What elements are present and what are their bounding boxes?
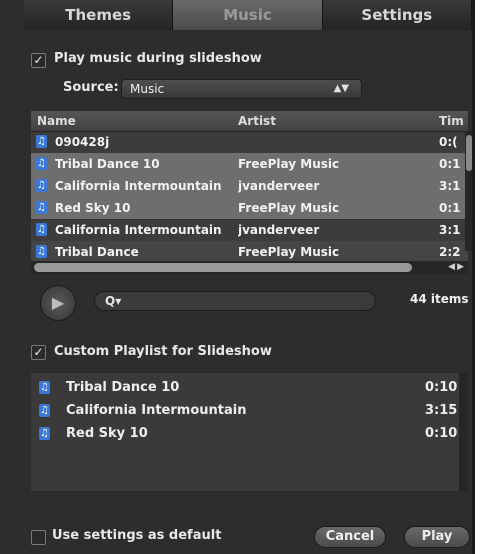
column-name[interactable]: Name xyxy=(37,111,76,131)
music-note-icon: ♫ xyxy=(36,179,47,192)
song-time: 0:10 xyxy=(425,426,458,441)
song-name: Red Sky 10 xyxy=(66,426,148,441)
song-time: 0:( xyxy=(439,135,458,149)
music-note-icon: ♫ xyxy=(36,245,47,258)
table-row[interactable]: ♫ Red Sky 10 FreePlay Music 0:1 xyxy=(31,197,468,220)
table-row[interactable]: ♫ Tribal Dance FreePlay Music 2:2 xyxy=(31,241,468,261)
column-artist[interactable]: Artist xyxy=(238,111,276,131)
horizontal-scroll-thumb[interactable] xyxy=(34,263,412,272)
use-default-label: Use settings as default xyxy=(52,528,222,543)
song-name: California Intermountain xyxy=(66,403,247,418)
tab-bar: Themes Music Settings xyxy=(24,0,472,30)
search-icon: Q▾ xyxy=(105,294,122,308)
tab-music[interactable]: Music xyxy=(173,0,323,30)
song-artist: jvanderveer xyxy=(238,223,320,237)
source-value: Music xyxy=(130,82,165,96)
song-artist: FreePlay Music xyxy=(238,201,340,215)
song-name: Tribal Dance 10 xyxy=(66,380,180,395)
column-time[interactable]: Tim xyxy=(439,111,464,131)
music-note-icon: ♫ xyxy=(36,157,47,170)
play-music-label: Play music during slideshow xyxy=(54,51,262,66)
music-settings-panel: Themes Music Settings ✓ Play music durin… xyxy=(0,0,473,554)
tab-settings[interactable]: Settings xyxy=(322,0,472,30)
song-artist: FreePlay Music xyxy=(238,157,340,171)
item-count: 44 items xyxy=(410,292,469,306)
music-note-icon: ♫ xyxy=(36,223,47,236)
music-note-icon: ♫ xyxy=(36,135,47,148)
search-field[interactable]: Q▾ xyxy=(94,291,376,311)
song-table[interactable]: Name Artist Tim ♫ 090428j 0:( ♫ Tribal D… xyxy=(31,111,468,261)
music-note-icon: ♫ xyxy=(39,427,50,440)
table-row[interactable]: ♫ California Intermountain jvanderveer 3… xyxy=(31,175,468,198)
song-time: 0:10 xyxy=(425,380,458,395)
tab-themes[interactable]: Themes xyxy=(24,0,174,30)
source-select[interactable]: Music ▲▼ xyxy=(121,79,362,99)
song-time: 3:15 xyxy=(425,403,458,418)
use-default-checkbox[interactable]: ✓ xyxy=(31,530,46,545)
play-button[interactable]: Play xyxy=(404,526,470,548)
window-edge xyxy=(472,0,475,554)
song-table-header: Name Artist Tim xyxy=(31,111,468,132)
play-music-checkbox[interactable]: ✓ xyxy=(31,53,46,68)
playlist-scrollbar[interactable] xyxy=(459,373,468,491)
song-time: 0:1 xyxy=(439,157,461,171)
custom-playlist-checkbox[interactable]: ✓ xyxy=(31,345,46,360)
preview-play-button[interactable]: ▶ xyxy=(40,285,76,321)
song-time: 0:1 xyxy=(439,201,461,215)
source-label: Source: xyxy=(63,80,119,95)
song-time: 3:1 xyxy=(439,179,461,193)
table-row[interactable]: ♫ 090428j 0:( xyxy=(31,131,468,154)
song-time: 3:1 xyxy=(439,223,461,237)
music-note-icon: ♫ xyxy=(36,201,47,214)
song-name: Tribal Dance 10 xyxy=(55,157,160,171)
song-name: California Intermountain xyxy=(55,223,222,237)
list-item[interactable]: ♫ California Intermountain 3:15 xyxy=(31,400,458,422)
list-item[interactable]: ♫ Tribal Dance 10 0:10 xyxy=(31,377,458,399)
song-name: 090428j xyxy=(55,135,110,149)
music-note-icon: ♫ xyxy=(39,404,50,417)
custom-playlist-label: Custom Playlist for Slideshow xyxy=(54,344,272,359)
table-row[interactable]: ♫ California Intermountain jvanderveer 3… xyxy=(31,219,468,242)
song-table-horizontal-scrollbar[interactable]: ◀▶ xyxy=(31,261,468,274)
table-row[interactable]: ♫ Tribal Dance 10 FreePlay Music 0:1 xyxy=(31,153,468,176)
scroll-arrows-icon[interactable]: ◀▶ xyxy=(448,262,466,272)
custom-playlist[interactable]: ♫ Tribal Dance 10 0:10 ♫ California Inte… xyxy=(31,373,468,491)
song-name: Tribal Dance xyxy=(55,245,139,259)
song-artist: jvanderveer xyxy=(238,179,320,193)
updown-arrows-icon: ▲▼ xyxy=(333,83,349,94)
song-name: California Intermountain xyxy=(55,179,222,193)
music-note-icon: ♫ xyxy=(39,381,50,394)
song-time: 2:2 xyxy=(439,245,461,259)
song-name: Red Sky 10 xyxy=(55,201,131,215)
play-icon: ▶ xyxy=(51,293,65,312)
song-artist: FreePlay Music xyxy=(238,245,340,259)
cancel-button[interactable]: Cancel xyxy=(314,526,386,548)
list-item[interactable]: ♫ Red Sky 10 0:10 xyxy=(31,423,458,445)
